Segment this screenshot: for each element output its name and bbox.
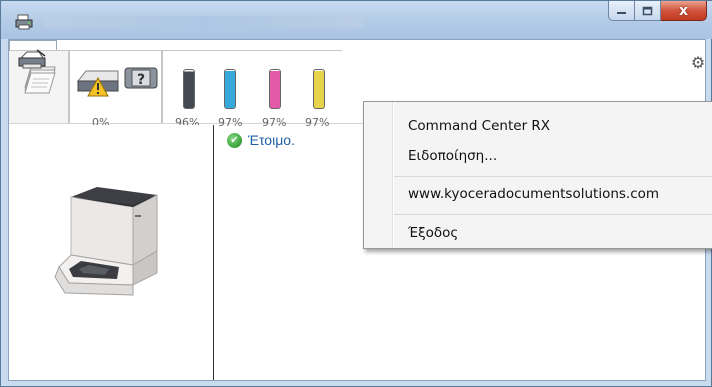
- status-text: Έτοιμο.: [248, 132, 295, 148]
- toner-cyan-percent: 97%: [218, 116, 243, 129]
- menu-separator: [394, 176, 712, 177]
- window-title: [43, 16, 363, 28]
- toner-yellow-icon: [313, 69, 325, 109]
- tray-warning-icon: [76, 70, 119, 97]
- tab-status[interactable]: ? 0%: [69, 50, 162, 129]
- menu-item-notification[interactable]: Ειδοποίηση...: [364, 144, 712, 168]
- menu-item-exit[interactable]: Έξοδος: [364, 221, 712, 245]
- menu-item-command-center[interactable]: Command Center RX: [364, 114, 712, 138]
- client-area: ? 0% 96% 97% 97% 97% ⚙ ✔ Έτοιμο. Command…: [8, 39, 712, 381]
- tab-toner[interactable]: 96% 97% 97% 97%: [162, 50, 342, 129]
- toner-cyan-icon: [224, 69, 236, 109]
- gear-icon[interactable]: ⚙: [689, 54, 707, 72]
- svg-text:?: ?: [137, 72, 145, 88]
- question-icon: ?: [124, 67, 158, 89]
- toner-magenta-icon: [269, 69, 281, 109]
- status-monitor-window: x ? 0% 96% 97% 97% 97% ⚙ ✔ Έτοιμο. Comma…: [0, 0, 712, 387]
- toner-magenta-percent: 97%: [262, 116, 287, 129]
- menu-item-website[interactable]: www.kyoceradocumentsolutions.com: [364, 182, 712, 206]
- context-menu: Command Center RX Ειδοποίηση... www.kyoc…: [363, 101, 712, 249]
- minimize-button[interactable]: [608, 1, 635, 21]
- printer-app-icon: [15, 14, 33, 30]
- check-icon: ✔: [227, 132, 242, 148]
- status-line: ✔ Έτοιμο.: [227, 132, 295, 148]
- close-button[interactable]: x: [661, 1, 707, 21]
- printer-image: [54, 187, 158, 296]
- printer-menu-icon: [18, 49, 46, 69]
- menu-separator: [394, 214, 712, 215]
- printer-image-pane: [9, 125, 214, 380]
- close-icon: x: [678, 2, 689, 19]
- maximize-button[interactable]: [635, 1, 661, 21]
- window-controls: x: [608, 1, 707, 21]
- title-bar[interactable]: x: [1, 1, 712, 39]
- toner-yellow-percent: 97%: [305, 116, 330, 129]
- toner-black-icon: [183, 69, 195, 109]
